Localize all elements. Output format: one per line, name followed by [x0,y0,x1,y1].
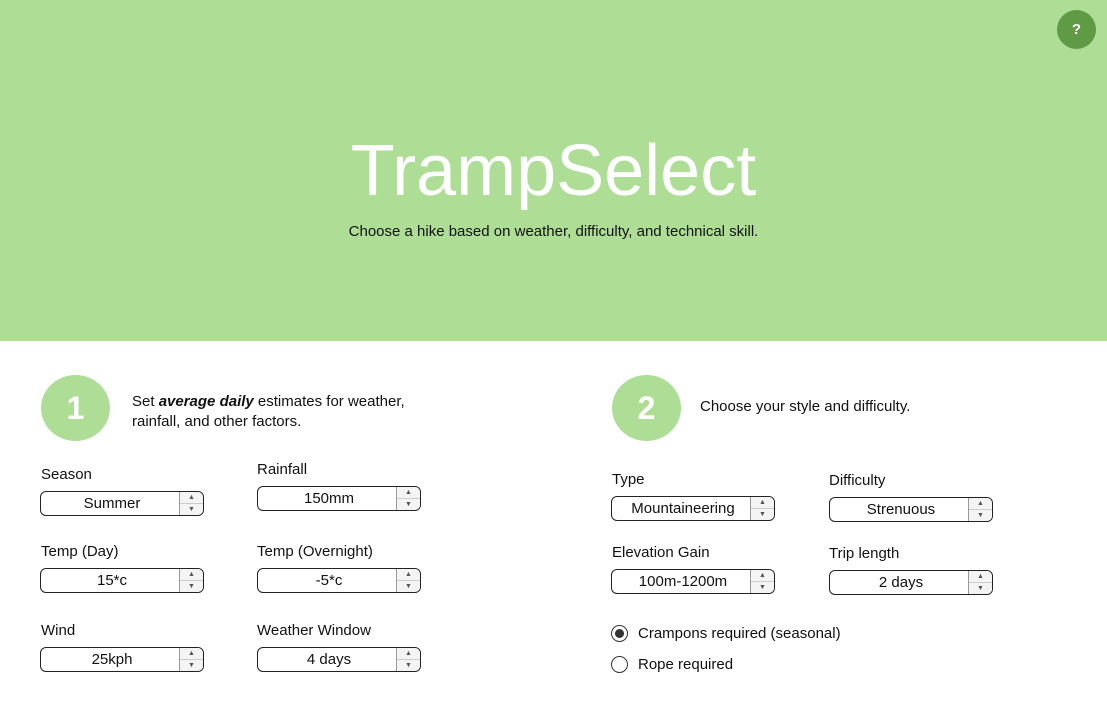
up-arrow-icon[interactable]: ▲ [397,487,420,499]
up-arrow-icon[interactable]: ▲ [751,497,774,509]
weather-window-value: 4 days [306,651,352,668]
down-arrow-icon[interactable]: ▼ [397,499,420,510]
type-spinner[interactable]: Mountaineering ▲ ▼ [611,496,775,521]
up-arrow-icon[interactable]: ▲ [751,570,774,582]
wind-value: 25kph [91,651,133,668]
up-arrow-icon[interactable]: ▲ [397,569,420,581]
difficulty-label: Difficulty [829,472,886,489]
temp-day-label: Temp (Day) [41,543,119,560]
difficulty-spinner[interactable]: Strenuous ▲ ▼ [829,497,993,522]
up-arrow-icon[interactable]: ▲ [180,492,203,504]
elevation-gain-spinner[interactable]: 100m-1200m ▲ ▼ [611,569,775,594]
down-arrow-icon[interactable]: ▼ [969,583,992,594]
trip-length-value: 2 days [878,574,924,591]
down-arrow-icon[interactable]: ▼ [180,660,203,671]
down-arrow-icon[interactable]: ▼ [397,660,420,671]
trip-length-spinner[interactable]: 2 days ▲ ▼ [829,570,993,595]
rainfall-label: Rainfall [257,461,308,478]
season-value: Summer [83,495,141,512]
temp-day-spinner[interactable]: 15*c ▲ ▼ [40,568,204,593]
step-1-instructions: Set average daily estimates for weather,… [132,392,432,432]
down-arrow-icon[interactable]: ▼ [751,582,774,593]
radio-unchecked-icon[interactable] [611,656,628,673]
season-label: Season [41,466,92,483]
wind-label: Wind [41,622,76,639]
step-2-instructions: Choose your style and difficulty. [700,398,911,415]
rainfall-value: 150mm [303,490,355,507]
page-title: TrampSelect [350,131,757,211]
trip-length-label: Trip length [829,545,900,562]
step-2-badge: 2 [612,375,681,441]
help-button[interactable]: ? [1057,10,1096,49]
rainfall-spinner[interactable]: 150mm ▲ ▼ [257,486,421,511]
weather-window-spinner[interactable]: 4 days ▲ ▼ [257,647,421,672]
elevation-gain-label: Elevation Gain [612,544,710,561]
weather-window-label: Weather Window [257,622,371,639]
temp-overnight-value: -5*c [315,572,343,589]
rope-label: Rope required [638,656,734,673]
up-arrow-icon[interactable]: ▲ [969,498,992,510]
temp-day-value: 15*c [96,572,128,589]
step-1-badge: 1 [41,375,110,441]
down-arrow-icon[interactable]: ▼ [180,581,203,592]
wind-spinner[interactable]: 25kph ▲ ▼ [40,647,204,672]
down-arrow-icon[interactable]: ▼ [180,504,203,515]
crampons-radio-option[interactable]: Crampons required (seasonal) [611,625,841,642]
season-spinner[interactable]: Summer ▲ ▼ [40,491,204,516]
up-arrow-icon[interactable]: ▲ [180,648,203,660]
page-subtitle: Choose a hike based on weather, difficul… [348,223,759,240]
up-arrow-icon[interactable]: ▲ [969,571,992,583]
difficulty-value: Strenuous [866,501,936,518]
down-arrow-icon[interactable]: ▼ [397,581,420,592]
type-label: Type [612,471,645,488]
crampons-label: Crampons required (seasonal) [638,625,841,642]
up-arrow-icon[interactable]: ▲ [180,569,203,581]
hero-banner: ? TrampSelect Choose a hike based on wea… [0,0,1107,341]
elevation-gain-value: 100m-1200m [638,573,728,590]
step-1-text-emphasis: average daily [158,393,254,410]
type-value: Mountaineering [631,500,735,517]
rope-radio-option[interactable]: Rope required [611,656,733,673]
up-arrow-icon[interactable]: ▲ [397,648,420,660]
temp-overnight-label: Temp (Overnight) [257,543,373,560]
temp-overnight-spinner[interactable]: -5*c ▲ ▼ [257,568,421,593]
step-1-text-prefix: Set [132,393,159,410]
down-arrow-icon[interactable]: ▼ [969,510,992,521]
radio-checked-icon[interactable] [611,625,628,642]
down-arrow-icon[interactable]: ▼ [751,509,774,520]
